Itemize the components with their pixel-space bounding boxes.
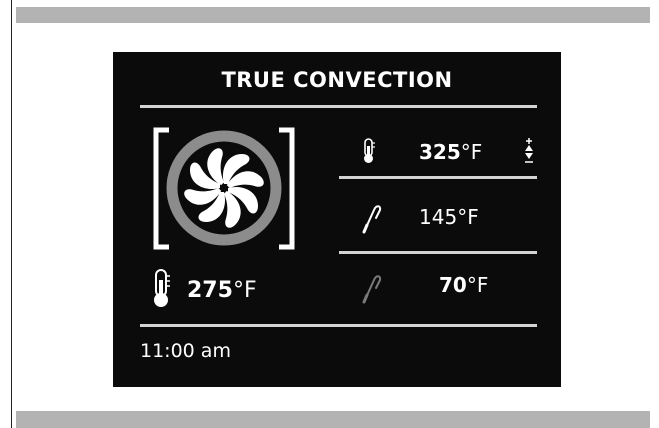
thermometer-small-icon <box>361 138 377 168</box>
clock-divider <box>140 324 537 327</box>
meat-probe-dim-icon <box>361 272 383 308</box>
set-temp-row[interactable]: 325°F <box>339 130 537 180</box>
title-divider <box>140 105 537 108</box>
probe-current-value: 70 <box>439 273 467 297</box>
top-gray-bar <box>16 7 650 23</box>
oven-display-screen: TRUE CONVECTION 275°F 325°F 145°F 70°F 1… <box>113 52 561 387</box>
bottom-gray-bar <box>16 411 650 428</box>
clock-display: 11:00 am <box>140 340 231 362</box>
convection-fan-icon <box>149 126 299 251</box>
left-frame-line <box>11 0 12 428</box>
oven-temp-value: 275 <box>187 277 233 303</box>
oven-temp-unit: °F <box>232 277 257 303</box>
mode-title: TRUE CONVECTION <box>221 68 453 92</box>
probe-current-row: 70°F <box>339 268 537 318</box>
thermometer-icon <box>151 268 171 312</box>
set-temp-divider <box>339 176 537 179</box>
set-temp-unit: °F <box>460 140 483 164</box>
probe-target-unit: °F <box>457 205 479 229</box>
probe-target-divider <box>339 251 537 254</box>
probe-current-unit: °F <box>466 273 489 297</box>
probe-target-value: 145 <box>419 205 458 229</box>
meat-probe-icon <box>361 202 383 238</box>
oven-current-temp: 275°F <box>151 268 257 312</box>
set-temp-value: 325 <box>419 140 461 164</box>
up-down-adjust-icon[interactable] <box>524 138 534 168</box>
probe-target-row[interactable]: 145°F <box>339 194 537 244</box>
